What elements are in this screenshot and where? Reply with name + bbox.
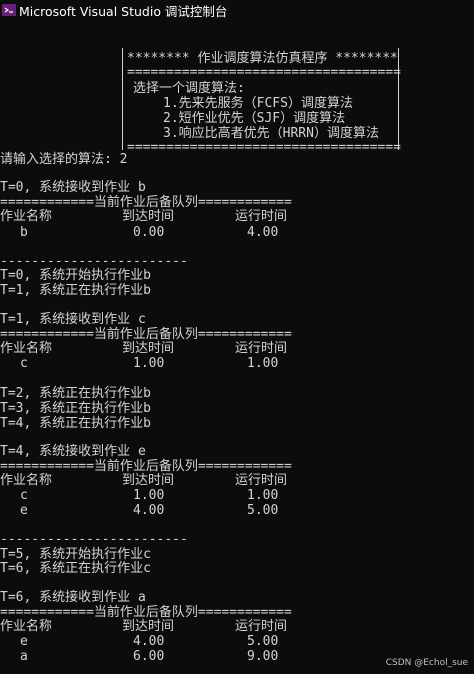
- menu-box: ******** 作业调度算法仿真程序 ******** ===========…: [122, 48, 401, 155]
- col-name-header: 作业名称: [0, 619, 53, 634]
- job-name: c: [20, 356, 28, 371]
- col-arrival-header: 到达时间: [122, 209, 175, 224]
- log-line: T=4, 系统接收到作业 e: [0, 444, 146, 459]
- col-name-header: 作业名称: [0, 473, 53, 488]
- menu-option-3: 3.响应比高者优先（HRRN）调度算法: [163, 126, 379, 141]
- log-line: T=3, 系统正在执行作业b: [0, 401, 151, 416]
- col-runtime-header: 运行时间: [235, 619, 288, 634]
- job-arrival: 6.00: [133, 649, 165, 664]
- menu-prompt: 选择一个调度算法:: [133, 81, 245, 96]
- queue-header: ============当前作业后备队列============: [0, 459, 292, 474]
- window-titlebar: Microsoft Visual Studio 调试控制台: [0, 0, 474, 20]
- log-line: T=0, 系统接收到作业 b: [0, 180, 146, 195]
- log-line: T=0, 系统开始执行作业b: [0, 268, 151, 283]
- console-output[interactable]: ******** 作业调度算法仿真程序 ******** ===========…: [0, 20, 474, 674]
- queue-header: ============当前作业后备队列============: [0, 195, 292, 210]
- job-name: e: [20, 503, 28, 518]
- col-arrival-header: 到达时间: [122, 619, 175, 634]
- menu-header: ******** 作业调度算法仿真程序 ********: [127, 51, 398, 66]
- separator: ------------------------: [0, 532, 188, 547]
- job-name: e: [20, 634, 28, 649]
- col-name-header: 作业名称: [0, 341, 53, 356]
- log-line: T=1, 系统接收到作业 c: [0, 312, 146, 327]
- queue-header: ============当前作业后备队列============: [0, 605, 292, 620]
- menu-option-2: 2.短作业优先（SJF）调度算法: [163, 111, 346, 126]
- col-runtime-header: 运行时间: [235, 209, 288, 224]
- job-name: a: [20, 649, 28, 664]
- menu-rule-top: ===================================: [127, 65, 401, 80]
- job-arrival: 1.00: [133, 356, 165, 371]
- job-name: c: [20, 488, 28, 503]
- job-runtime: 4.00: [247, 225, 279, 240]
- log-line: T=4, 系统正在执行作业b: [0, 416, 151, 431]
- log-line: T=6, 系统接收到作业 a: [0, 590, 146, 605]
- log-line: T=2, 系统正在执行作业b: [0, 386, 151, 401]
- job-arrival: 1.00: [133, 488, 165, 503]
- log-line: T=6, 系统正在执行作业c: [0, 561, 151, 576]
- watermark: CSDN @Echol_sue: [385, 658, 468, 668]
- visual-studio-icon: [2, 4, 16, 16]
- job-arrival: 4.00: [133, 503, 165, 518]
- menu-option-1: 1.先来先服务（FCFS）调度算法: [163, 96, 353, 111]
- col-runtime-header: 运行时间: [235, 341, 288, 356]
- queue-header: ============当前作业后备队列============: [0, 327, 292, 342]
- log-line: T=5, 系统开始执行作业c: [0, 547, 151, 562]
- job-name: b: [20, 225, 28, 240]
- job-arrival: 4.00: [133, 634, 165, 649]
- window-title: Microsoft Visual Studio 调试控制台: [19, 3, 228, 19]
- job-runtime: 5.00: [247, 634, 279, 649]
- menu-rule-bottom: ===================================: [127, 140, 401, 155]
- input-prompt: 请输入选择的算法: 2: [0, 152, 128, 167]
- log-line: T=1, 系统正在执行作业b: [0, 283, 151, 298]
- col-name-header: 作业名称: [0, 209, 53, 224]
- col-arrival-header: 到达时间: [122, 341, 175, 356]
- job-runtime: 5.00: [247, 503, 279, 518]
- job-runtime: 9.00: [247, 649, 279, 664]
- col-arrival-header: 到达时间: [122, 473, 175, 488]
- job-runtime: 1.00: [247, 488, 279, 503]
- job-arrival: 0.00: [133, 225, 165, 240]
- col-runtime-header: 运行时间: [235, 473, 288, 488]
- job-runtime: 1.00: [247, 356, 279, 371]
- separator: ------------------------: [0, 254, 188, 269]
